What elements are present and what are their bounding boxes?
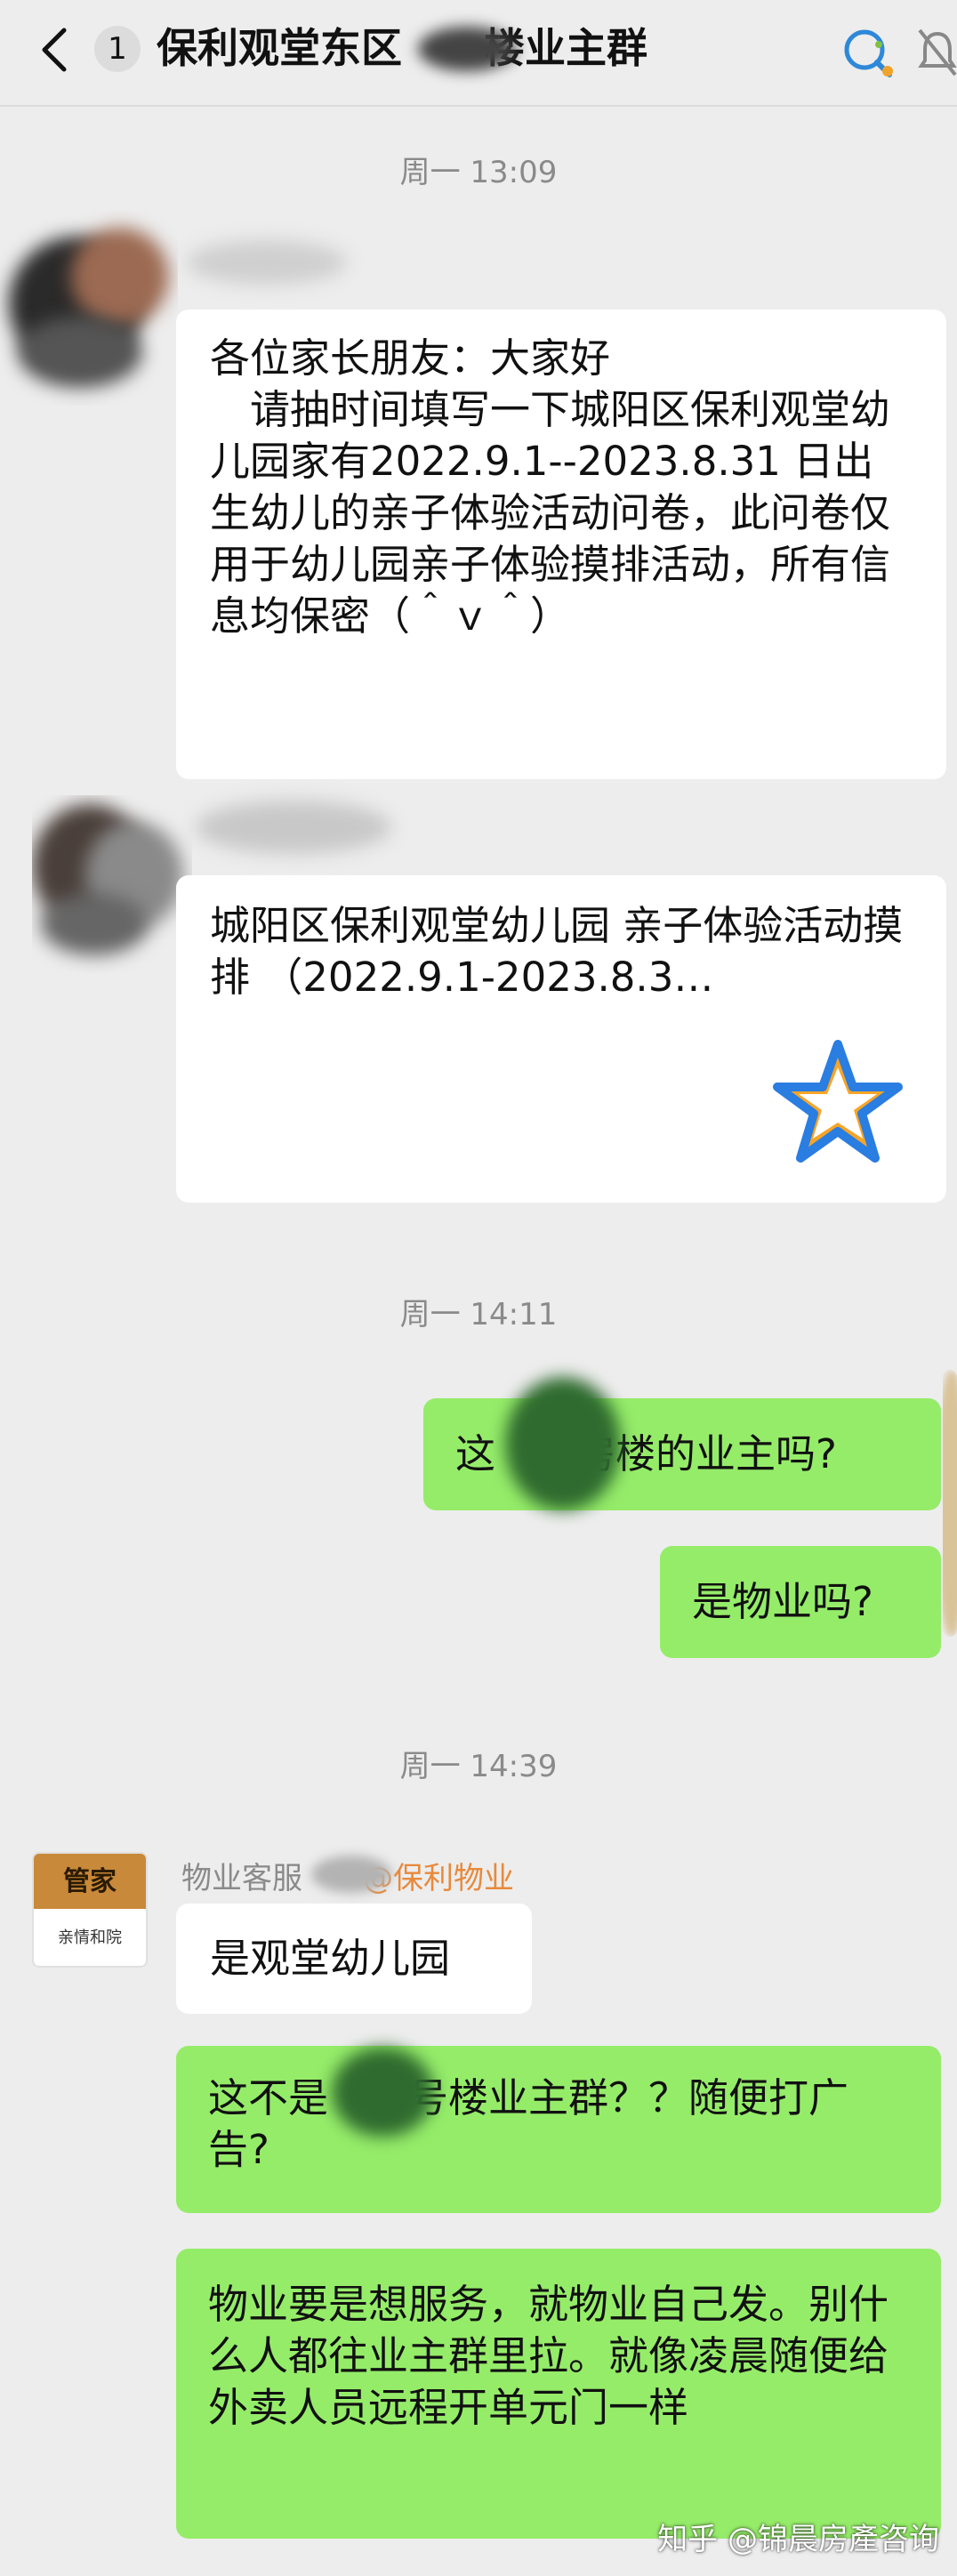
avatar-subtitle: 亲情和院: [58, 1928, 122, 1947]
message-text: 各位家长朋友：大家好 请抽时间填写一下城阳区保利观堂幼儿园家有2022.9.1-…: [210, 334, 891, 640]
message-bubble[interactable]: 这不是 号楼业主群？？随便打广告?: [176, 2046, 941, 2213]
mute-bell-icon[interactable]: [918, 25, 957, 78]
timestamp: 周一 14:11: [399, 1297, 558, 1332]
message-bubble[interactable]: 是物业吗?: [660, 1546, 941, 1658]
link-card-title: 城阳区保利观堂幼儿园 亲子体验活动摸排 （2022.9.1-2023.8.3…: [210, 902, 904, 1001]
message-text: 是观堂幼儿园: [210, 1935, 451, 1982]
chat-header: 1 保利观堂东区 楼业主群: [0, 0, 957, 107]
avatar[interactable]: [32, 795, 192, 973]
avatar[interactable]: [0, 210, 178, 406]
message-bubble[interactable]: 物业要是想服务，就物业自己发。别什么人都往业主群里拉。就像凌晨随便给外卖人员远程…: [176, 2249, 941, 2539]
avatar[interactable]: 管家 亲情和院: [32, 1852, 148, 1968]
timestamp: 周一 14:39: [399, 1749, 558, 1784]
star-icon: [773, 1040, 903, 1163]
title-redaction: [418, 27, 516, 71]
avatar-title: 管家: [63, 1866, 117, 1897]
watermark: 知乎 @锦晨房產咨询: [657, 2522, 939, 2557]
sender-name-redaction: [196, 801, 391, 854]
message-redaction: [505, 1377, 621, 1510]
avatar[interactable]: [943, 1370, 957, 1637]
sender-name-redaction: [187, 240, 347, 285]
unread-count-badge[interactable]: 1: [94, 26, 141, 72]
search-icon[interactable]: [836, 21, 898, 80]
sender-name-redaction: [311, 1856, 391, 1893]
message-redaction: [332, 2048, 434, 2137]
message-bubble[interactable]: 是观堂幼儿园: [176, 1904, 532, 2014]
back-chevron-icon[interactable]: [37, 23, 73, 76]
timestamp: 周一 13:09: [399, 155, 558, 190]
message-bubble[interactable]: 这 房楼的业主吗?: [423, 1377, 941, 1510]
message-bubble[interactable]: 各位家长朋友：大家好 请抽时间填写一下城阳区保利观堂幼儿园家有2022.9.1-…: [176, 310, 946, 779]
message-text: 物业要是想服务，就物业自己发。别什么人都往业主群里拉。就像凌晨随便给外卖人员远程…: [208, 2281, 889, 2431]
link-card[interactable]: 城阳区保利观堂幼儿园 亲子体验活动摸排 （2022.9.1-2023.8.3…: [176, 875, 946, 1203]
message-text: 是物业吗?: [692, 1578, 873, 1625]
message-text: 这不是 号楼业主群？？随便打广告?: [208, 2074, 849, 2173]
